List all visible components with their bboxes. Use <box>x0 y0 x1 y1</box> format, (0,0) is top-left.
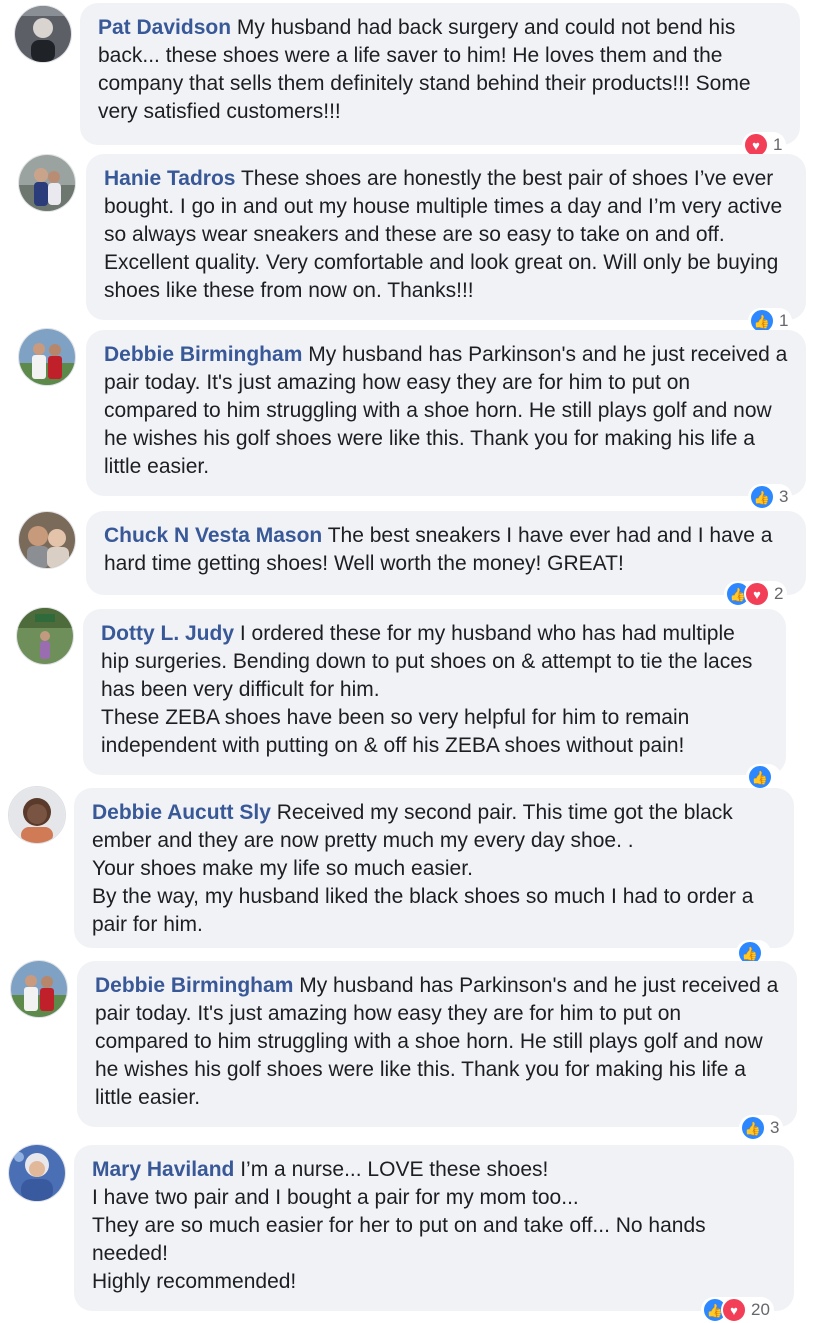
comment-bubble: Debbie Birmingham My husband has Parkins… <box>86 330 806 496</box>
reaction-summary[interactable]: 👍 3 <box>739 1115 784 1141</box>
comment-bubble: Debbie Aucutt Sly Received my second pai… <box>74 788 794 948</box>
reaction-summary[interactable]: 👍 ♥ 20 <box>701 1297 774 1323</box>
reaction-count: 20 <box>751 1300 770 1319</box>
like-reaction-icon: 👍 <box>749 484 775 510</box>
avatar[interactable] <box>8 786 66 844</box>
reaction-count: 1 <box>779 311 789 330</box>
comment-author-link[interactable]: Dotty L. Judy <box>101 622 234 645</box>
love-reaction-icon: ♥ <box>721 1297 747 1323</box>
avatar[interactable] <box>18 511 76 569</box>
comment-author-link[interactable]: Chuck N Vesta Mason <box>104 524 322 547</box>
comment-author-link[interactable]: Debbie Birmingham <box>95 974 293 997</box>
avatar[interactable] <box>16 607 74 665</box>
comment-bubble: Hanie Tadros These shoes are honestly th… <box>86 154 806 320</box>
like-reaction-icon: 👍 <box>740 1115 766 1141</box>
comment-author-link[interactable]: Debbie Aucutt Sly <box>92 801 271 824</box>
reaction-count: 1 <box>773 135 783 154</box>
avatar[interactable] <box>10 960 68 1018</box>
love-reaction-icon: ♥ <box>744 581 770 607</box>
avatar[interactable] <box>8 1144 66 1202</box>
reaction-count: 3 <box>770 1118 780 1137</box>
reaction-count: 2 <box>774 584 784 603</box>
comment-bubble: Dotty L. Judy I ordered these for my hus… <box>83 609 786 775</box>
reaction-summary[interactable]: 👍 ♥ 2 <box>724 581 788 607</box>
avatar[interactable] <box>14 5 72 63</box>
comment-author-link[interactable]: Mary Haviland <box>92 1158 234 1181</box>
comment-author-link[interactable]: Debbie Birmingham <box>104 343 302 366</box>
reaction-summary[interactable]: 👍 3 <box>748 484 793 510</box>
comment-author-link[interactable]: Hanie Tadros <box>104 167 235 190</box>
avatar[interactable] <box>18 328 76 386</box>
comment-bubble: Debbie Birmingham My husband has Parkins… <box>77 961 797 1127</box>
comment-bubble: Mary Haviland I’m a nurse... LOVE these … <box>74 1145 794 1311</box>
reaction-summary[interactable]: 👍 <box>746 764 781 790</box>
comment-bubble: Chuck N Vesta Mason The best sneakers I … <box>86 511 806 595</box>
reaction-count: 3 <box>779 487 789 506</box>
comment-author-link[interactable]: Pat Davidson <box>98 16 231 39</box>
avatar[interactable] <box>18 154 76 212</box>
comment-bubble: Pat Davidson My husband had back surgery… <box>80 3 800 145</box>
like-reaction-icon: 👍 <box>747 764 773 790</box>
